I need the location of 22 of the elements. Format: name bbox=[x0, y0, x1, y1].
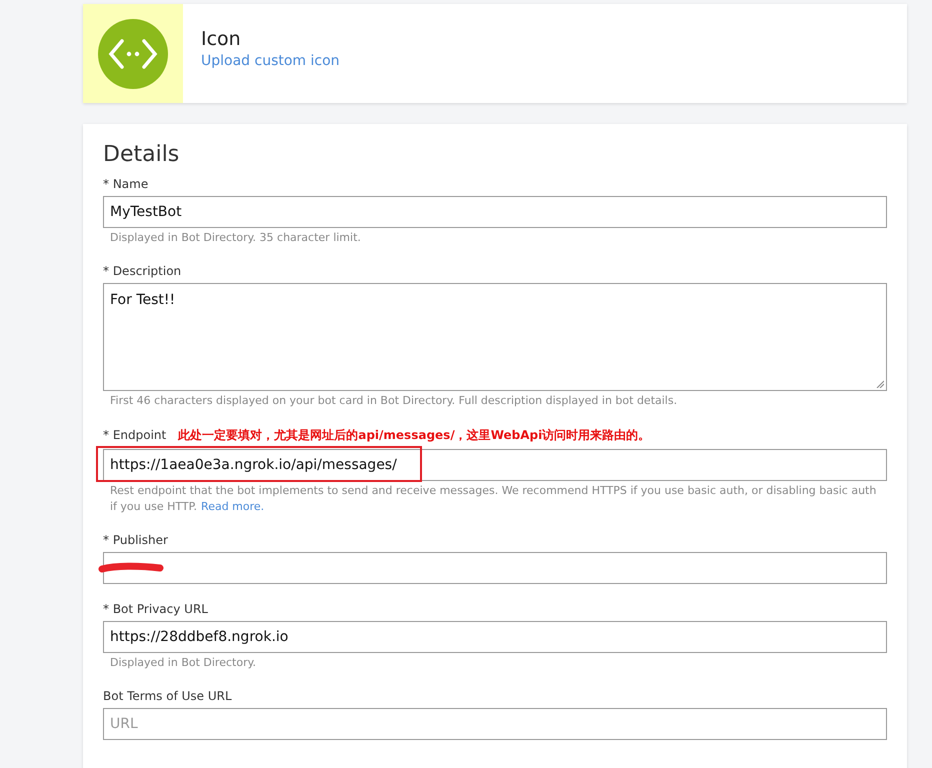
field-label: * Endpoint bbox=[103, 428, 166, 442]
field-label: Bot Terms of Use URL bbox=[103, 689, 232, 703]
bot-icon bbox=[98, 18, 168, 88]
field-hint: Displayed in Bot Directory. bbox=[109, 655, 258, 671]
field-label: * Name bbox=[103, 177, 148, 191]
input-field[interactable]: MyTestBot bbox=[103, 196, 887, 228]
input-field[interactable]: https://28ddbef8.ngrok.io bbox=[103, 621, 887, 653]
field-hint: Displayed in Bot Directory. 35 character limit. bbox=[109, 230, 362, 246]
field-label: * Description bbox=[103, 264, 182, 278]
field-hint: Rest endpoint that the bot implements to send and receive messages. We recommend HTTPS if you use basic auth, or disabling basic auth if you use HTTP. Read more. bbox=[109, 483, 878, 515]
text-area[interactable]: For Test!! bbox=[103, 283, 887, 391]
field-label: * Bot Privacy URL bbox=[103, 602, 208, 616]
read-more-link[interactable]: Read more. bbox=[201, 500, 264, 513]
input-field[interactable]: https://1aea0e3a.ngrok.io/api/messages/ bbox=[103, 449, 887, 481]
annotation-note: 此处一定要填对，尤其是网址后的api/messages/，这里WebApi访问时用来路由的。 bbox=[178, 427, 650, 444]
input-field[interactable] bbox=[103, 552, 887, 584]
field-hint: First 46 characters displayed on your bot card in Bot Directory. Full description displayed in bot details. bbox=[109, 393, 678, 409]
upload-icon-link[interactable]: Upload custom icon bbox=[201, 53, 340, 69]
icon-title: Icon bbox=[201, 28, 242, 50]
field-label: * Publisher bbox=[103, 533, 168, 547]
resize-grip-icon bbox=[876, 380, 884, 388]
details-heading: Details bbox=[103, 142, 180, 167]
